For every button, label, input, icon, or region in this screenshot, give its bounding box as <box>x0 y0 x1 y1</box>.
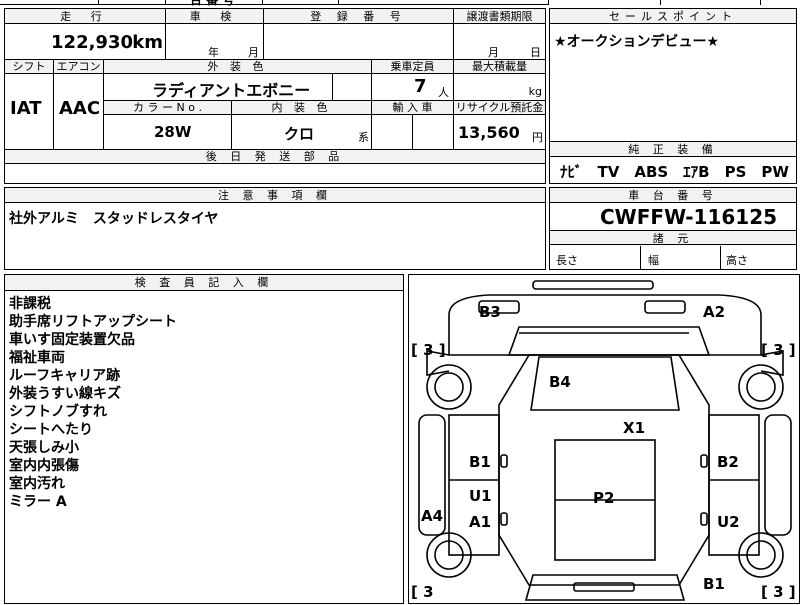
diagram-label-b4: B4 <box>549 373 571 391</box>
inspector-note-item: 福祉車両 <box>9 350 65 366</box>
recycle-header: リサイクル預託金 <box>453 101 545 115</box>
registration-header: 登 録 番 号 <box>263 9 453 24</box>
diagram-label-b3: B3 <box>479 303 501 321</box>
aircon-cell: AAC <box>53 74 103 149</box>
import-cell <box>371 115 453 149</box>
transfer-header: 譲渡書類期限 <box>453 9 545 24</box>
inspector-note-item: シフトノブすれ <box>9 404 107 420</box>
dimension-length-label: 長さ <box>556 254 578 267</box>
inspection-cell: 年 月 <box>165 24 263 59</box>
color-no-value: 28W <box>154 123 192 141</box>
inspector-note-item: 室内汚れ <box>9 476 65 492</box>
capacity-header: 乗車定員 <box>371 60 453 74</box>
caution-box: 注 意 事 項 欄 社外アルミ スタッドレスタイヤ <box>4 187 546 270</box>
exterior-color-cell: ラディアントエボニー <box>103 74 371 100</box>
later-parts-header: 後 日 発 送 部 品 <box>5 150 545 164</box>
inspection-year-unit: 年 <box>208 46 219 59</box>
equipment-header: 純 正 装 備 <box>550 142 796 157</box>
exterior-color-header: 外 装 色 <box>103 60 371 74</box>
inspector-note-item: 非課税 <box>9 296 51 312</box>
diagram-label-p2: P2 <box>593 489 615 507</box>
aircon-value: AAC <box>59 98 101 119</box>
mileage-unit: km <box>132 32 163 53</box>
diagram-label-a1: A1 <box>469 513 492 531</box>
shift-cell: IAT <box>5 74 53 149</box>
chassis-value: CWFFW-116125 <box>600 205 778 229</box>
sales-point-box: セールスポイント ★オークションデビュー★ <box>549 8 797 143</box>
transfer-month-unit: 月 <box>488 46 499 59</box>
inspector-notes-list: 非課税助手席リフトアップシート 車いす固定装置欠品 福祉車両ルーフキャリア跡 外装うす… <box>9 295 177 511</box>
equipment-value: ﾅﾋﾞ TV ABS ｴｱB PS PW <box>560 163 789 181</box>
transfer-cell: 月 日 <box>453 24 545 59</box>
inspector-header: 検 査 員 記 入 欄 <box>5 275 403 291</box>
shift-header: シフト <box>5 60 53 74</box>
recycle-value: 13,560 <box>458 123 520 142</box>
aircon-header: エアコン <box>53 60 103 74</box>
diagram-label-a2: A2 <box>703 303 726 321</box>
inspector-note-item: 車いす固定装置欠品 <box>9 332 135 348</box>
sales-point-text: ★オークションデビュー★ <box>554 34 720 50</box>
capacity-value: 7 <box>414 76 427 97</box>
exterior-color-value: ラディアントエボニー <box>152 81 311 100</box>
diagram-label-b2: B2 <box>717 453 739 471</box>
chassis-header: 車 台 番 号 <box>550 188 796 203</box>
color-no-cell: 28W <box>103 115 231 149</box>
inspector-note-item: 室内内張傷 <box>9 458 79 474</box>
color-no-header: カ ラ ー N o . <box>103 101 231 115</box>
import-header: 輸 入 車 <box>371 101 453 115</box>
inspector-note-item: シートへたり <box>9 422 93 438</box>
sales-point-header: セールスポイント <box>550 9 796 24</box>
diagram-label-a4: A4 <box>421 507 444 525</box>
dimensions-row: 長さ 幅 高さ <box>550 246 796 270</box>
inspector-note-item: ルーフキャリア跡 <box>9 368 121 384</box>
mileage-header: 走 行 <box>5 9 165 24</box>
interior-color-suffix: 系 <box>358 131 369 144</box>
diagram-label-b1-bottom: B1 <box>703 575 725 593</box>
dimensions-header: 諸 元 <box>550 230 796 245</box>
inspector-note-item: 外装うすい線キズ <box>9 386 121 402</box>
diagram-label-x1: X1 <box>623 419 646 437</box>
inspection-month-unit: 月 <box>248 46 259 59</box>
tire-right-top-rating: [ 3 ] <box>761 341 796 359</box>
top-fragment-text: 台 番 号 <box>190 0 235 7</box>
transfer-day-unit: 日 <box>530 46 541 59</box>
interior-color-header: 内 装 色 <box>231 101 371 115</box>
inspector-note-item: ミラー A <box>9 494 67 510</box>
shift-value: IAT <box>10 98 42 119</box>
max-load-header: 最大積載量 <box>453 60 545 74</box>
capacity-cell: 7 人 <box>371 74 453 100</box>
inspector-note-item: 天張しみ小 <box>9 440 79 456</box>
tire-right-bottom-rating: [ 3 ] <box>761 583 796 601</box>
recycle-cell: 13,560 円 <box>453 115 545 149</box>
inspection-header: 車 検 <box>165 9 263 24</box>
registration-cell <box>263 24 453 59</box>
inspector-note-item: 助手席リフトアップシート <box>9 314 177 330</box>
capacity-unit: 人 <box>438 86 449 99</box>
vehicle-damage-diagram: B3 A2 B4 X1 B1 B2 U1 P2 A4 A1 U2 B1 [ 3 … <box>408 274 800 604</box>
top-fragment: 台 番 号 <box>0 0 800 7</box>
dimension-width-label: 幅 <box>648 254 659 267</box>
caution-header: 注 意 事 項 欄 <box>5 188 545 203</box>
equipment-box: 純 正 装 備 ﾅﾋﾞ TV ABS ｴｱB PS PW <box>549 141 797 184</box>
max-load-unit: kg <box>528 85 542 98</box>
tire-left-bottom-rating: [ 3 <box>411 583 434 601</box>
vehicle-info-table: 走 行 車 検 登 録 番 号 譲渡書類期限 122,930 km 年 月 月 … <box>4 8 546 184</box>
chassis-box: 車 台 番 号 CWFFW-116125 諸 元 長さ 幅 高さ <box>549 187 797 270</box>
tire-left-top-rating: [ 3 ] <box>411 341 446 359</box>
mileage-cell: 122,930 km <box>5 24 165 59</box>
recycle-unit: 円 <box>532 131 543 144</box>
caution-text: 社外アルミ スタッドレスタイヤ <box>9 211 219 227</box>
diagram-label-u2: U2 <box>717 513 740 531</box>
max-load-cell: kg <box>453 74 545 100</box>
diagram-label-u1: U1 <box>469 487 492 505</box>
interior-color-cell: クロ 系 <box>231 115 371 149</box>
car-outline-diagram <box>418 280 792 601</box>
diagram-label-b1-left: B1 <box>469 453 491 471</box>
inspector-notes-box: 検 査 員 記 入 欄 非課税助手席リフトアップシート 車いす固定装置欠品 福祉車両… <box>4 274 404 604</box>
dimension-height-label: 高さ <box>726 254 748 267</box>
interior-color-value: クロ <box>284 125 315 143</box>
mileage-value: 122,930 <box>51 32 133 53</box>
